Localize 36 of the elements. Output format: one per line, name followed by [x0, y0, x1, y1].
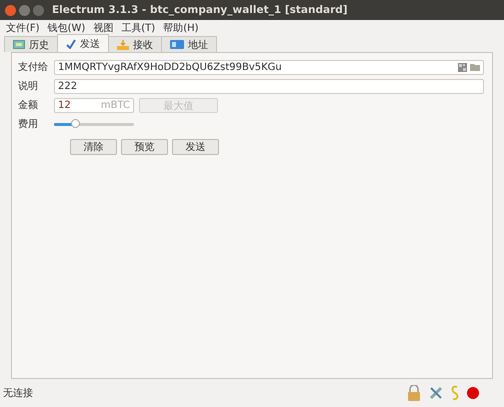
description-field[interactable]: 222	[54, 78, 484, 94]
action-button[interactable]: 清除	[70, 139, 117, 155]
tab[interactable]: 发送	[57, 34, 109, 52]
seed-icon[interactable]	[451, 385, 459, 401]
menu-item[interactable]: 文件(F)	[6, 20, 40, 34]
minimize-button[interactable]	[19, 4, 30, 16]
window-title: Electrum 3.1.3 - btc_company_wallet_1 [standard]	[52, 4, 348, 16]
tab[interactable]: 地址	[161, 36, 217, 52]
tab[interactable]: 历史	[4, 36, 58, 52]
action-button[interactable]: 发送	[172, 139, 219, 155]
description-label: 说明	[18, 80, 39, 93]
menu-item[interactable]: 工具(T)	[121, 20, 156, 34]
tab[interactable]: 接收	[108, 36, 162, 52]
amount-label: 金额	[18, 98, 39, 112]
folder-icon[interactable]	[470, 63, 480, 71]
pay-to-field[interactable]: 1MMQRTYvgRAfX9HoDD2bQU6Zst99Bv5KGu	[54, 60, 484, 74]
checkmark-icon	[66, 38, 76, 48]
card-icon	[170, 40, 184, 49]
menu-item[interactable]: 帮助(H)	[163, 20, 199, 34]
qr-code-icon[interactable]	[458, 62, 467, 72]
action-button[interactable]: 预览	[121, 139, 168, 155]
maximize-button[interactable]	[33, 4, 44, 16]
unit-label: mBTC	[100, 100, 130, 110]
tray-icon	[117, 40, 129, 50]
amount-field[interactable]: 12 mBTC	[54, 98, 134, 112]
close-button[interactable]	[5, 4, 16, 16]
slider-thumb[interactable]	[71, 118, 80, 128]
network-status-icon[interactable]	[467, 387, 479, 399]
tools-icon[interactable]	[429, 386, 443, 400]
menu-item[interactable]: 视图	[93, 20, 114, 34]
status-text: 无连接	[3, 386, 33, 400]
fee-label: 费用	[18, 118, 39, 131]
lock-icon[interactable]	[407, 385, 421, 401]
menu-item[interactable]: 钱包(W)	[48, 20, 86, 34]
pay-to-label: 支付给	[18, 60, 49, 74]
picture-frame-icon	[13, 40, 25, 49]
